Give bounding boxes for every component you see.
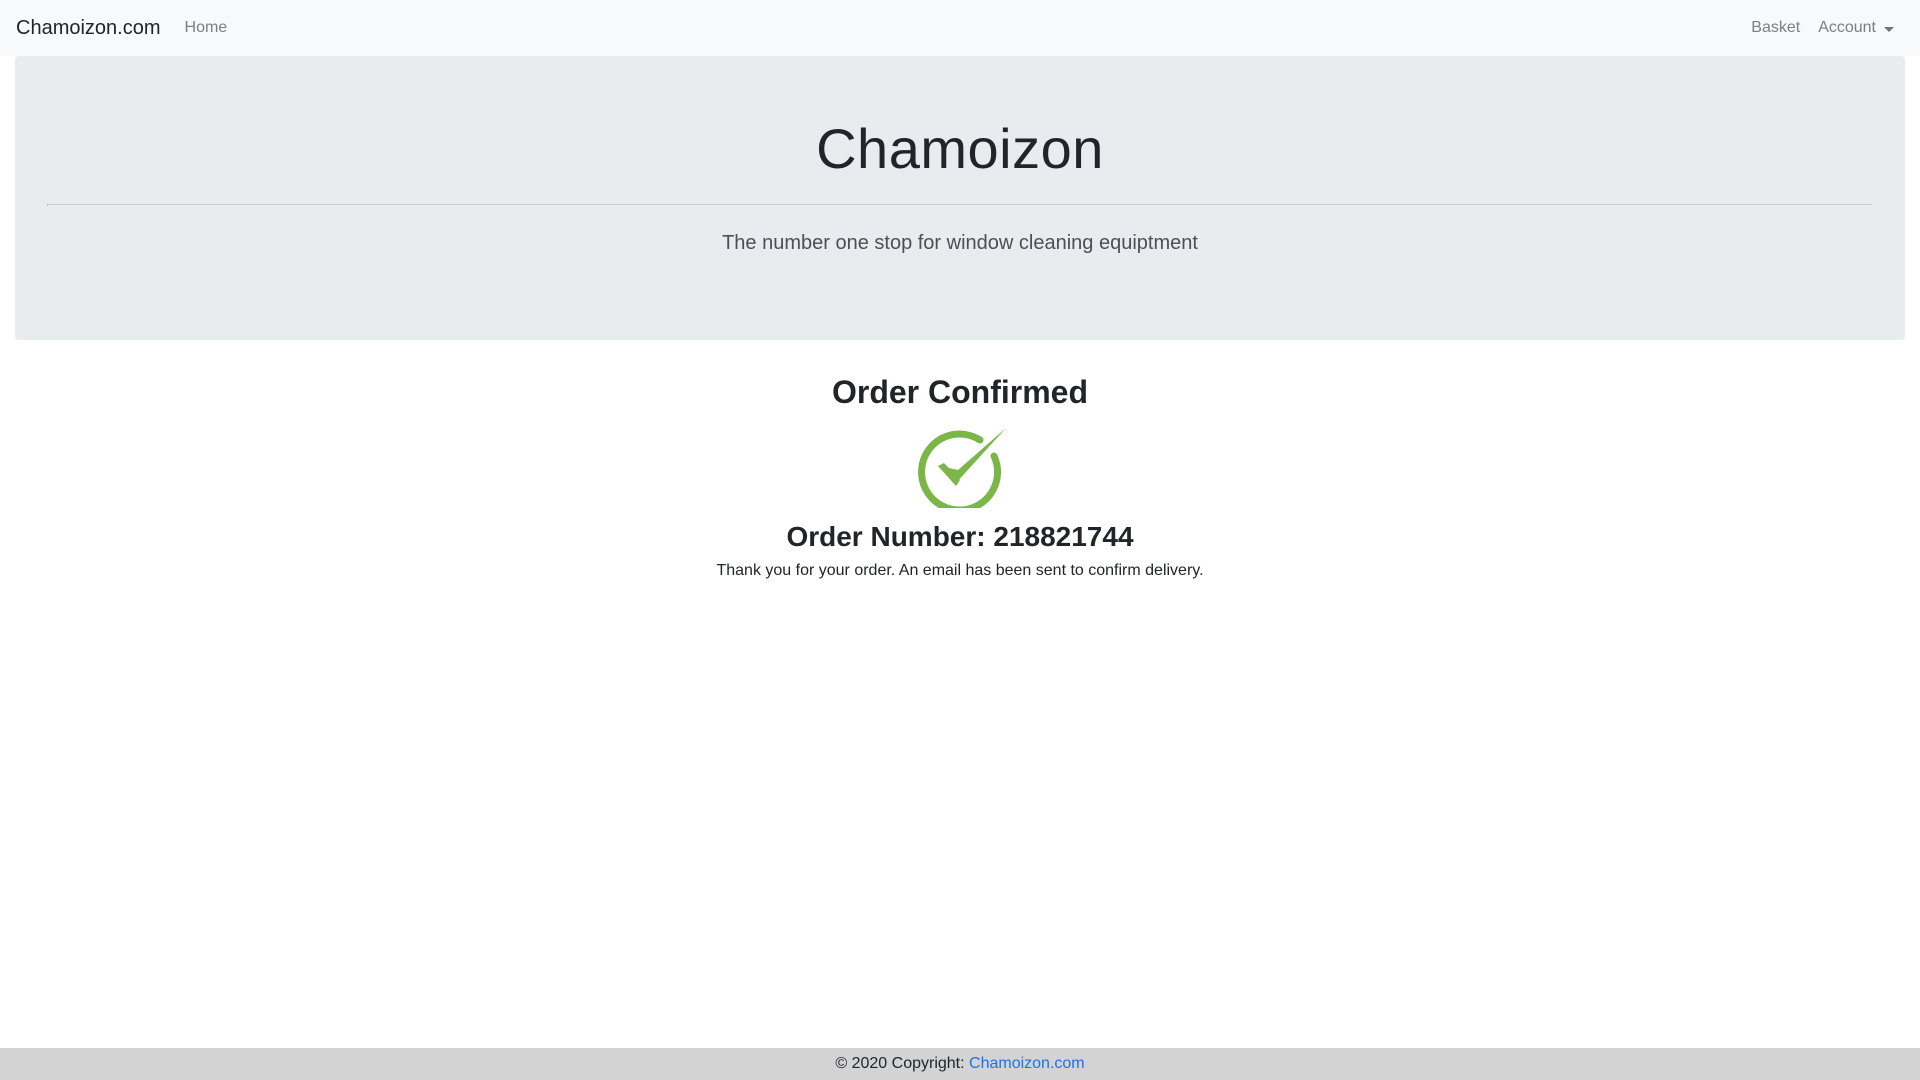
footer: © 2020 Copyright: Chamoizon.com: [0, 1048, 1920, 1080]
brand-link[interactable]: Chamoizon.com: [16, 17, 161, 40]
order-number: Order Number: 218821744: [786, 521, 1134, 552]
divider: [47, 204, 1873, 206]
jumbotron-lead: The number one stop for window cleaning …: [722, 232, 1198, 254]
nav-basket-link[interactable]: Basket: [1751, 19, 1800, 37]
account-label: Account: [1818, 19, 1876, 36]
jumbotron: Chamoizon The number one stop for window…: [15, 56, 1905, 340]
copyright-text: © 2020 Copyright:: [835, 1055, 970, 1072]
footer-site-link[interactable]: Chamoizon.com: [969, 1055, 1085, 1072]
page: Chamoizon.com Home Basket Account Chamoi…: [0, 0, 1920, 1080]
chevron-down-icon: [1884, 26, 1894, 32]
confirmation-message: Thank you for your order. An email has b…: [716, 562, 1204, 579]
check-circle-icon: [918, 428, 1006, 508]
nav-home-link[interactable]: Home: [185, 19, 228, 37]
account-dropdown[interactable]: Account: [1818, 19, 1894, 37]
order-confirmation: Order Confirmed Order Number: 218821744 …: [0, 370, 1920, 580]
nav-right: Basket Account: [1751, 19, 1904, 37]
confirmation-title: Order Confirmed: [831, 374, 1089, 410]
jumbotron-title: Chamoizon: [816, 117, 1104, 180]
navbar: Chamoizon.com Home Basket Account: [0, 0, 1920, 56]
